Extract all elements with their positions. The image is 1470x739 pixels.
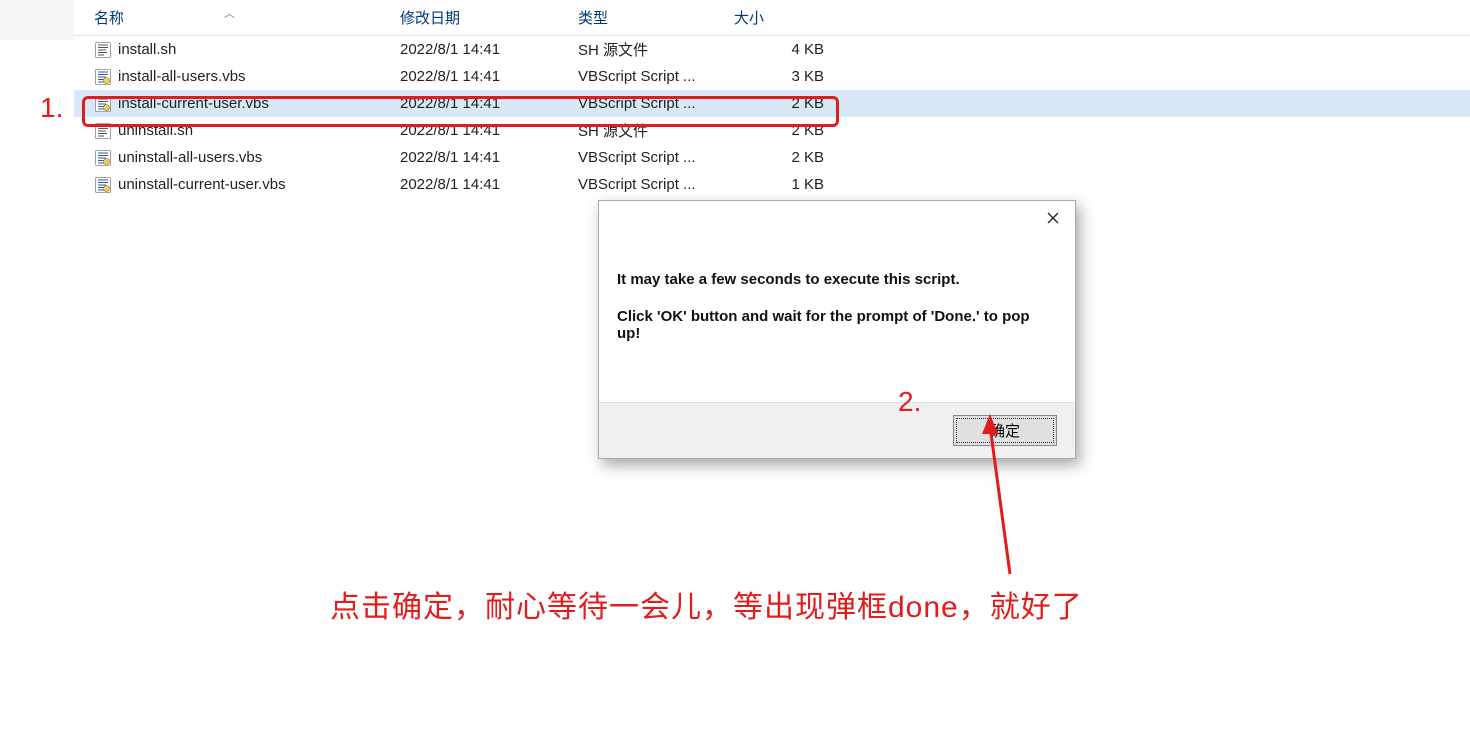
file-date: 2022/8/1 14:41	[400, 176, 578, 193]
dialog-message-line2: Click 'OK' button and wait for the promp…	[617, 308, 1057, 342]
file-row[interactable]: uninstall-current-user.vbs 2022/8/1 14:41…	[74, 171, 1470, 198]
file-row[interactable]: install.sh 2022/8/1 14:41SH 源文件4 KB	[74, 36, 1470, 63]
column-header-name[interactable]: 名称 ︿	[74, 7, 400, 28]
dialog-footer: 确定	[599, 402, 1075, 458]
file-size: 4 KB	[734, 41, 854, 58]
file-name: install.sh	[118, 41, 176, 58]
close-icon	[1047, 209, 1059, 229]
file-size: 2 KB	[734, 149, 854, 166]
file-type: VBScript Script ...	[578, 68, 734, 85]
dialog-message-line1: It may take a few seconds to execute thi…	[617, 271, 1057, 288]
dialog-titlebar[interactable]	[599, 201, 1075, 237]
column-header-date[interactable]: 修改日期	[400, 7, 578, 28]
file-type: VBScript Script ...	[578, 176, 734, 193]
file-date: 2022/8/1 14:41	[400, 149, 578, 166]
file-explorer: 名称 ︿ 修改日期 类型 大小 install.sh 2022/8/1 14:41…	[74, 0, 1470, 198]
file-row[interactable]: install-current-user.vbs 2022/8/1 14:41VB…	[74, 90, 1470, 117]
column-header-type[interactable]: 类型	[578, 7, 734, 28]
vbs-file-icon	[94, 176, 112, 194]
file-name: install-current-user.vbs	[118, 95, 269, 112]
dialog-ok-button[interactable]: 确定	[953, 415, 1057, 446]
file-date: 2022/8/1 14:41	[400, 41, 578, 58]
annotation-number-1: 1.	[40, 92, 63, 124]
file-name: uninstall-current-user.vbs	[118, 176, 286, 193]
file-type: SH 源文件	[578, 39, 734, 60]
file-size: 3 KB	[734, 68, 854, 85]
script-prompt-dialog: It may take a few seconds to execute thi…	[598, 200, 1076, 459]
file-row[interactable]: uninstall.sh 2022/8/1 14:41SH 源文件2 KB	[74, 117, 1470, 144]
vbs-file-icon	[94, 68, 112, 86]
file-type: VBScript Script ...	[578, 149, 734, 166]
file-name: uninstall.sh	[118, 122, 193, 139]
file-size: 2 KB	[734, 122, 854, 139]
file-size: 1 KB	[734, 176, 854, 193]
sh-file-icon	[94, 41, 112, 59]
annotation-caption: 点击确定，耐心等待一会儿，等出现弹框done，就好了	[330, 582, 1083, 626]
dialog-body: It may take a few seconds to execute thi…	[599, 237, 1075, 402]
dialog-close-button[interactable]	[1031, 201, 1075, 237]
annotation-number-2: 2.	[898, 386, 921, 418]
column-header-size[interactable]: 大小	[734, 7, 854, 28]
vbs-file-icon	[94, 149, 112, 167]
file-date: 2022/8/1 14:41	[400, 95, 578, 112]
file-name: install-all-users.vbs	[118, 68, 246, 85]
vbs-file-icon	[94, 95, 112, 113]
header-name-label: 名称	[94, 10, 124, 27]
file-type: VBScript Script ...	[578, 95, 734, 112]
file-row[interactable]: install-all-users.vbs 2022/8/1 14:41VBScr…	[74, 63, 1470, 90]
file-row[interactable]: uninstall-all-users.vbs 2022/8/1 14:41VBS…	[74, 144, 1470, 171]
file-size: 2 KB	[734, 95, 854, 112]
column-header-row: 名称 ︿ 修改日期 类型 大小	[74, 0, 1470, 36]
sh-file-icon	[94, 122, 112, 140]
file-date: 2022/8/1 14:41	[400, 122, 578, 139]
file-name: uninstall-all-users.vbs	[118, 149, 262, 166]
file-type: SH 源文件	[578, 120, 734, 141]
sort-asc-icon: ︿	[224, 5, 235, 21]
file-date: 2022/8/1 14:41	[400, 68, 578, 85]
sidebar-panel	[0, 0, 74, 40]
